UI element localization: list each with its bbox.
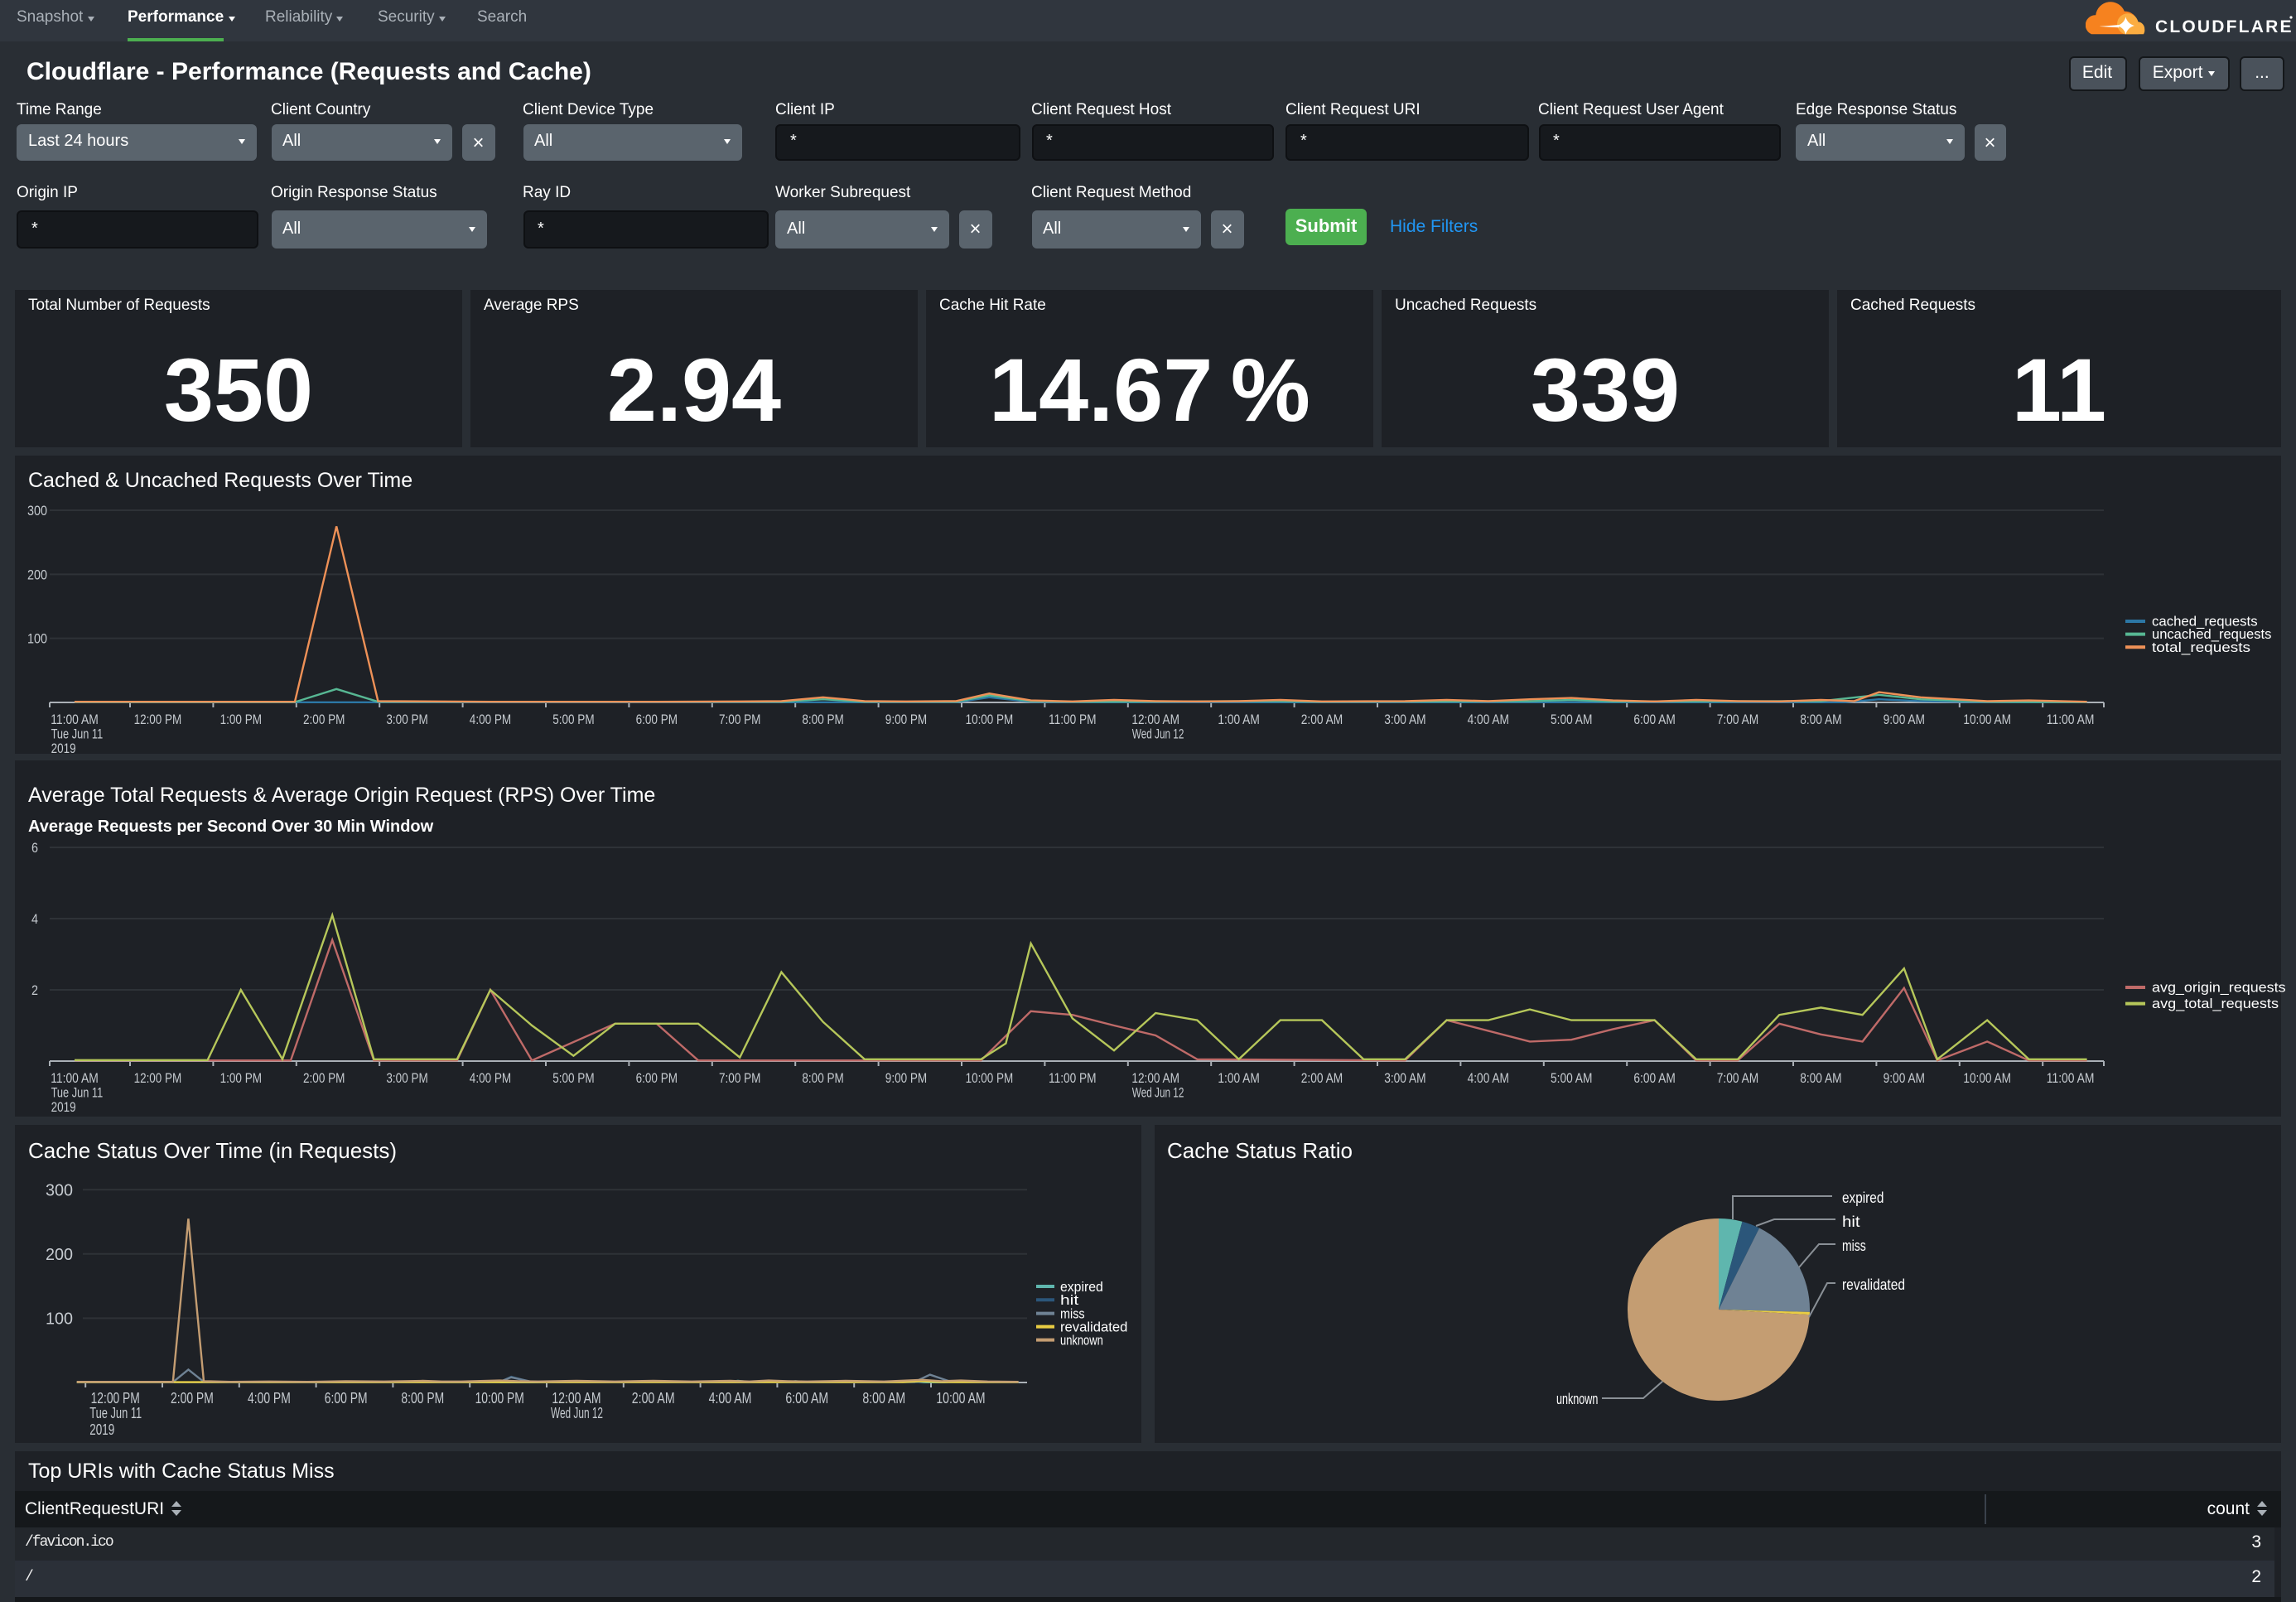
svg-text:5:00 AM: 5:00 AM <box>1551 712 1592 727</box>
svg-text:12:00 AM: 12:00 AM <box>1131 712 1179 727</box>
svg-text:2019: 2019 <box>51 741 76 754</box>
svg-text:Wed Jun 12: Wed Jun 12 <box>1132 726 1184 741</box>
svg-text:11:00 AM: 11:00 AM <box>2047 1070 2095 1086</box>
svg-text:3:00 AM: 3:00 AM <box>1384 1070 1425 1086</box>
svg-text:avg_total_requests: avg_total_requests <box>2152 996 2279 1011</box>
svg-text:12:00 PM: 12:00 PM <box>134 1070 182 1086</box>
svg-text:4:00 PM: 4:00 PM <box>470 712 511 727</box>
svg-text:2:00 AM: 2:00 AM <box>632 1390 675 1407</box>
svg-text:10:00 AM: 10:00 AM <box>936 1390 985 1407</box>
svg-text:6:00 AM: 6:00 AM <box>1633 712 1675 727</box>
svg-text:11:00 AM: 11:00 AM <box>51 1070 99 1086</box>
svg-text:10:00 AM: 10:00 AM <box>1963 1070 2011 1086</box>
svg-text:12:00 PM: 12:00 PM <box>134 712 182 727</box>
svg-text:11:00 PM: 11:00 PM <box>1049 1070 1097 1086</box>
svg-text:3:00 PM: 3:00 PM <box>386 712 427 727</box>
svg-text:6:00 PM: 6:00 PM <box>325 1390 368 1407</box>
svg-text:7:00 AM: 7:00 AM <box>1717 712 1758 727</box>
svg-text:miss: miss <box>1841 1238 1865 1254</box>
svg-text:6:00 AM: 6:00 AM <box>785 1390 828 1407</box>
svg-text:9:00 PM: 9:00 PM <box>885 1070 927 1086</box>
svg-text:expired: expired <box>1841 1189 1883 1206</box>
svg-text:6:00 AM: 6:00 AM <box>1633 1070 1675 1086</box>
svg-text:10:00 PM: 10:00 PM <box>475 1390 524 1407</box>
svg-text:6: 6 <box>31 840 38 856</box>
svg-text:unknown: unknown <box>1060 1332 1103 1348</box>
svg-text:1:00 PM: 1:00 PM <box>220 1070 262 1086</box>
svg-text:7:00 AM: 7:00 AM <box>1717 1070 1758 1086</box>
svg-text:12:00 AM: 12:00 AM <box>552 1390 601 1407</box>
svg-text:revalidated: revalidated <box>1841 1276 1904 1293</box>
svg-text:200: 200 <box>27 567 47 582</box>
svg-text:avg_origin_requests: avg_origin_requests <box>2152 980 2286 996</box>
svg-text:11:00 AM: 11:00 AM <box>2047 712 2095 727</box>
svg-text:4:00 AM: 4:00 AM <box>709 1390 752 1407</box>
svg-text:200: 200 <box>46 1246 73 1264</box>
svg-text:12:00 PM: 12:00 PM <box>91 1390 140 1407</box>
svg-text:Tue Jun 11: Tue Jun 11 <box>51 726 104 741</box>
svg-text:10:00 AM: 10:00 AM <box>1963 712 2011 727</box>
svg-text:Wed Jun 12: Wed Jun 12 <box>1132 1084 1184 1100</box>
svg-text:100: 100 <box>27 631 47 647</box>
svg-text:total_requests: total_requests <box>2152 639 2250 655</box>
svg-text:4:00 PM: 4:00 PM <box>248 1390 291 1407</box>
svg-text:300: 300 <box>27 503 47 519</box>
svg-text:300: 300 <box>46 1181 73 1199</box>
svg-text:3:00 AM: 3:00 AM <box>1384 712 1425 727</box>
svg-text:8:00 AM: 8:00 AM <box>1800 712 1841 727</box>
svg-text:4:00 PM: 4:00 PM <box>470 1070 511 1086</box>
svg-text:2:00 AM: 2:00 AM <box>1301 1070 1343 1086</box>
svg-text:2019: 2019 <box>89 1421 114 1438</box>
svg-text:10:00 PM: 10:00 PM <box>966 712 1014 727</box>
svg-text:9:00 PM: 9:00 PM <box>885 712 927 727</box>
svg-text:11:00 AM: 11:00 AM <box>51 712 99 727</box>
svg-text:3:00 PM: 3:00 PM <box>386 1070 427 1086</box>
svg-text:Tue Jun 11: Tue Jun 11 <box>89 1405 142 1421</box>
svg-text:2:00 PM: 2:00 PM <box>303 1070 345 1086</box>
svg-text:1:00 PM: 1:00 PM <box>220 712 262 727</box>
svg-text:8:00 PM: 8:00 PM <box>802 712 843 727</box>
svg-text:8:00 PM: 8:00 PM <box>802 1070 843 1086</box>
svg-text:100: 100 <box>46 1310 73 1329</box>
svg-text:1:00 AM: 1:00 AM <box>1218 712 1259 727</box>
svg-text:8:00 AM: 8:00 AM <box>862 1390 905 1407</box>
svg-text:7:00 PM: 7:00 PM <box>719 1070 760 1086</box>
svg-text:5:00 PM: 5:00 PM <box>552 1070 594 1086</box>
svg-text:6:00 PM: 6:00 PM <box>636 1070 678 1086</box>
svg-text:2:00 PM: 2:00 PM <box>171 1390 214 1407</box>
svg-text:8:00 PM: 8:00 PM <box>401 1390 444 1407</box>
svg-text:2: 2 <box>31 982 38 998</box>
svg-text:7:00 PM: 7:00 PM <box>719 712 760 727</box>
svg-text:CLOUDFLARE: CLOUDFLARE <box>2155 17 2294 36</box>
svg-text:5:00 AM: 5:00 AM <box>1551 1070 1592 1086</box>
svg-text:unknown: unknown <box>1556 1391 1597 1407</box>
svg-text:Tue Jun 11: Tue Jun 11 <box>51 1084 104 1100</box>
svg-text:2019: 2019 <box>51 1099 76 1115</box>
svg-text:2:00 AM: 2:00 AM <box>1301 712 1343 727</box>
svg-text:6:00 PM: 6:00 PM <box>636 712 678 727</box>
svg-text:4:00 AM: 4:00 AM <box>1468 1070 1509 1086</box>
svg-text:9:00 AM: 9:00 AM <box>1884 712 1925 727</box>
svg-text:4:00 AM: 4:00 AM <box>1468 712 1509 727</box>
svg-text:2:00 PM: 2:00 PM <box>303 712 345 727</box>
svg-text:9:00 AM: 9:00 AM <box>1884 1070 1925 1086</box>
svg-text:Wed Jun 12: Wed Jun 12 <box>551 1405 603 1421</box>
svg-text:5:00 PM: 5:00 PM <box>552 712 594 727</box>
svg-text:4: 4 <box>31 911 38 927</box>
svg-text:12:00 AM: 12:00 AM <box>1131 1070 1179 1086</box>
svg-text:8:00 AM: 8:00 AM <box>1800 1070 1841 1086</box>
svg-text:10:00 PM: 10:00 PM <box>966 1070 1014 1086</box>
svg-text:11:00 PM: 11:00 PM <box>1049 712 1097 727</box>
svg-text:1:00 AM: 1:00 AM <box>1218 1070 1259 1086</box>
svg-text:hit: hit <box>1841 1214 1859 1230</box>
